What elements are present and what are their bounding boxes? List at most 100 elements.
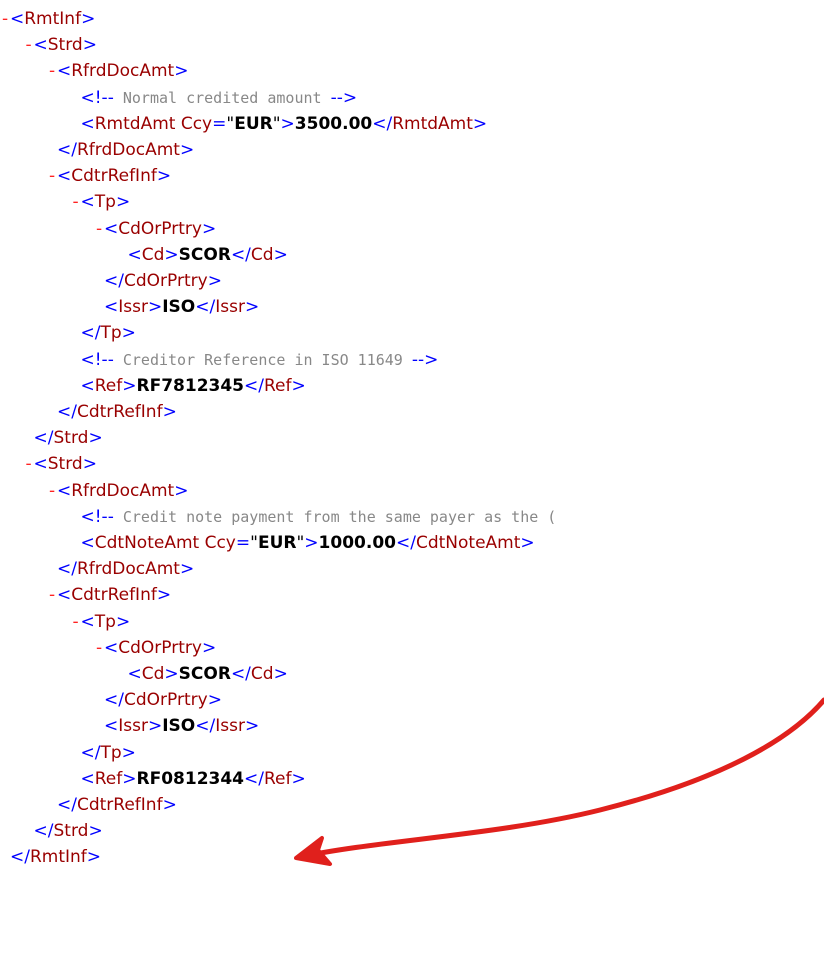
xml-line-content: </CdtrRefInf> bbox=[57, 402, 177, 422]
collapse-toggle-icon[interactable]: - bbox=[26, 451, 32, 477]
xml-line: <!-- Normal credited amount --> bbox=[0, 85, 824, 111]
tag-name: RfrdDocAmt bbox=[71, 61, 175, 82]
tag-name: RfrdDocAmt bbox=[71, 480, 175, 501]
xml-line-content: <!-- Creditor Reference in ISO 11649 --> bbox=[80, 349, 439, 370]
tag-name: Cd bbox=[141, 664, 165, 684]
collapse-toggle-icon[interactable]: - bbox=[96, 635, 102, 661]
xml-line-content: <RmtInf> bbox=[10, 9, 96, 29]
comment-text: Creditor Reference in ISO 11649 bbox=[113, 350, 412, 369]
tag-name: Ref bbox=[94, 375, 123, 396]
collapse-toggle-icon[interactable]: - bbox=[96, 216, 102, 242]
tag-name: Strd bbox=[47, 35, 83, 56]
element-value: SCOR bbox=[178, 244, 231, 265]
tag-name: CdtrRefInf bbox=[71, 166, 157, 187]
xml-line: - <RfrdDocAmt> bbox=[0, 478, 824, 504]
xml-line-content: <RfrdDocAmt> bbox=[57, 61, 189, 82]
xml-line: - <Strd> bbox=[0, 451, 824, 477]
xml-line: - <CdOrPrtry> bbox=[0, 635, 824, 661]
xml-line: - <CdOrPrtry> bbox=[0, 216, 824, 242]
xml-line: <Cd>SCOR</Cd> bbox=[0, 661, 824, 687]
tag-name: RmtInf bbox=[24, 9, 82, 29]
xml-line-content: </Strd> bbox=[33, 821, 103, 842]
tag-name: Issr bbox=[118, 297, 148, 318]
tag-name: Ref bbox=[264, 768, 292, 789]
xml-line: </Strd> bbox=[0, 425, 824, 451]
tag-name: Cd bbox=[250, 664, 274, 684]
collapse-toggle-icon[interactable]: - bbox=[2, 6, 8, 32]
collapse-toggle-icon[interactable]: - bbox=[49, 58, 55, 84]
tag-name: Issr bbox=[215, 297, 245, 318]
collapse-toggle-icon[interactable]: - bbox=[49, 478, 55, 504]
collapse-toggle-icon[interactable]: - bbox=[26, 32, 32, 58]
xml-line: <Cd>SCOR</Cd> bbox=[0, 242, 824, 268]
tag-name: CdtNoteAmt bbox=[415, 533, 521, 553]
xml-line-content: </Tp> bbox=[80, 742, 136, 763]
tag-name: Tp bbox=[100, 742, 122, 763]
element-value: RF0812344 bbox=[136, 768, 245, 789]
xml-line-content: <RmtdAmt Ccy="EUR">3500.00</RmtdAmt> bbox=[80, 113, 488, 134]
xml-line: - <RmtInf> bbox=[0, 6, 824, 32]
attribute-value: EUR bbox=[257, 533, 297, 553]
tag-name: Cd bbox=[141, 244, 165, 265]
tag-name: Issr bbox=[118, 716, 148, 737]
xml-line-content: <CdOrPrtry> bbox=[104, 637, 217, 658]
xml-line: <!-- Credit note payment from the same p… bbox=[0, 504, 824, 530]
xml-line: <Issr>ISO</Issr> bbox=[0, 713, 824, 739]
element-value: RF7812345 bbox=[136, 375, 245, 396]
xml-line-content: <CdtNoteAmt Ccy="EUR">1000.00</CdtNoteAm… bbox=[80, 533, 535, 553]
element-value: ISO bbox=[162, 297, 196, 318]
element-value: SCOR bbox=[178, 664, 231, 684]
tag-name: Tp bbox=[94, 611, 116, 632]
tag-name: CdtrRefInf bbox=[76, 795, 163, 815]
xml-line: - <CdtrRefInf> bbox=[0, 582, 824, 608]
tag-name: CdOrPrtry bbox=[118, 218, 202, 239]
tag-name: CdOrPrtry bbox=[123, 271, 208, 291]
xml-line-content: <CdtrRefInf> bbox=[57, 585, 172, 606]
xml-line: <Ref>RF7812345</Ref> bbox=[0, 373, 824, 399]
xml-line: </Tp> bbox=[0, 320, 824, 346]
xml-line: </Tp> bbox=[0, 740, 824, 766]
xml-line: </RfrdDocAmt> bbox=[0, 137, 824, 163]
xml-line: </Strd> bbox=[0, 818, 824, 844]
tag-name: RfrdDocAmt bbox=[76, 140, 180, 160]
tag-name: CdtNoteAmt bbox=[94, 533, 200, 553]
tag-name: Strd bbox=[47, 454, 83, 475]
xml-line: </CdtrRefInf> bbox=[0, 399, 824, 425]
tag-name: Ref bbox=[94, 768, 123, 789]
xml-line-content: <Issr>ISO</Issr> bbox=[104, 716, 260, 737]
xml-line: </CdtrRefInf> bbox=[0, 792, 824, 818]
xml-line-content: </CdOrPrtry> bbox=[104, 271, 222, 291]
tag-name: RmtdAmt bbox=[392, 113, 473, 134]
xml-line-content: <Cd>SCOR</Cd> bbox=[127, 664, 288, 684]
collapse-toggle-icon[interactable]: - bbox=[49, 582, 55, 608]
xml-line: </RmtInf> bbox=[0, 844, 824, 870]
tag-name: CdtrRefInf bbox=[71, 585, 157, 606]
collapse-toggle-icon[interactable]: - bbox=[49, 163, 55, 189]
xml-line: <!-- Creditor Reference in ISO 11649 --> bbox=[0, 347, 824, 373]
comment-text: Credit note payment from the same payer … bbox=[113, 507, 557, 526]
element-value: ISO bbox=[162, 716, 196, 737]
xml-line-content: <Issr>ISO</Issr> bbox=[104, 297, 260, 318]
xml-line-content: <RfrdDocAmt> bbox=[57, 480, 189, 501]
xml-line-content: <CdtrRefInf> bbox=[57, 166, 172, 187]
tag-name: CdtrRefInf bbox=[76, 402, 163, 422]
tag-name: Strd bbox=[53, 428, 89, 449]
xml-line: </RfrdDocAmt> bbox=[0, 556, 824, 582]
tag-name: Cd bbox=[250, 244, 274, 265]
xml-line: <Issr>ISO</Issr> bbox=[0, 294, 824, 320]
xml-tree-view: - <RmtInf> - <Strd> - <RfrdDocAmt> <!-- Normal… bbox=[0, 0, 824, 972]
comment-text: Normal credited amount bbox=[113, 88, 331, 107]
collapse-toggle-icon[interactable]: - bbox=[73, 609, 79, 635]
tag-name: Strd bbox=[53, 821, 89, 842]
xml-line-content: </Tp> bbox=[80, 323, 136, 344]
xml-line-content: <!-- Credit note payment from the same p… bbox=[80, 506, 557, 527]
xml-line-content: </Strd> bbox=[33, 428, 103, 449]
attribute-value: EUR bbox=[234, 113, 273, 134]
xml-line: <RmtdAmt Ccy="EUR">3500.00</RmtdAmt> bbox=[0, 111, 824, 137]
tag-name: Ref bbox=[264, 375, 292, 396]
collapse-toggle-icon[interactable]: - bbox=[73, 189, 79, 215]
xml-line-content: </RfrdDocAmt> bbox=[57, 559, 195, 580]
xml-line-content: <Strd> bbox=[33, 454, 97, 475]
xml-line-content: <Ref>RF7812345</Ref> bbox=[80, 375, 306, 396]
xml-line: - <Tp> bbox=[0, 189, 824, 215]
